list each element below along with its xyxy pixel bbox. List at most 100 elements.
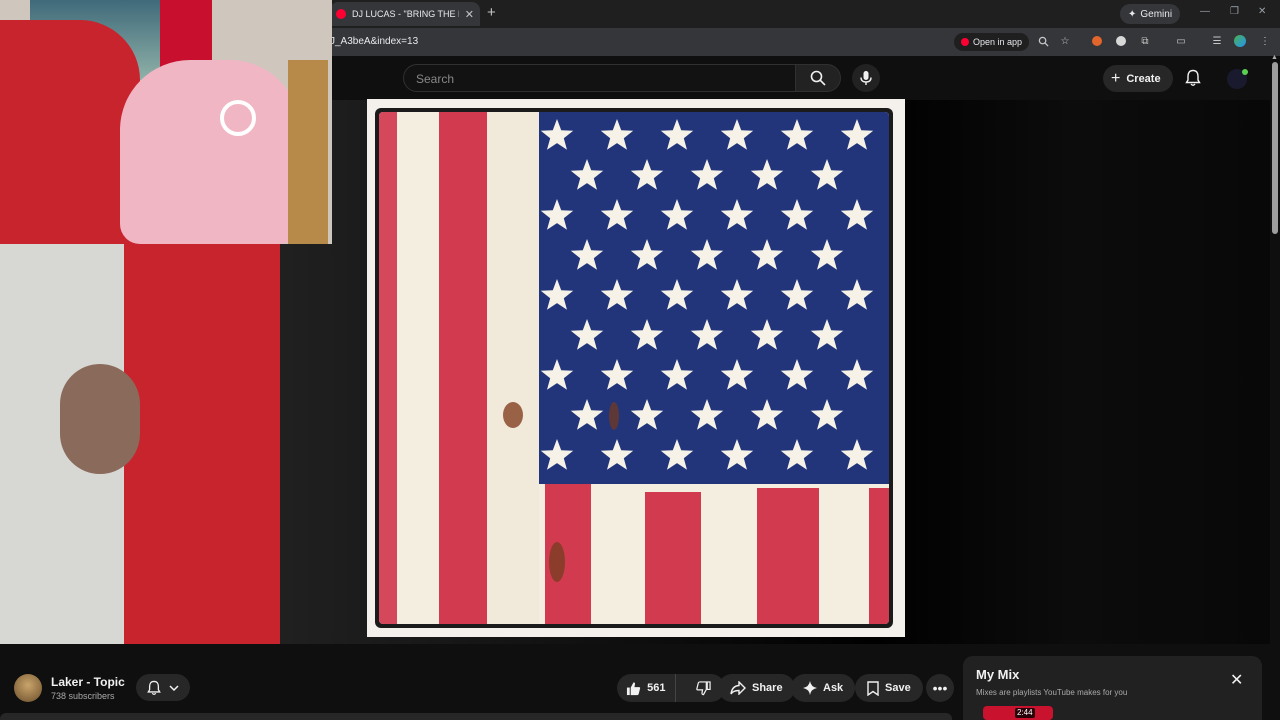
mix-item-duration: 2:44 (1015, 708, 1035, 718)
tab-close-icon[interactable]: ✕ (465, 8, 474, 21)
like-button[interactable]: 561 (617, 674, 676, 702)
flag-star (660, 439, 694, 470)
create-label: Create (1126, 72, 1161, 85)
flag-star (690, 319, 724, 350)
video-artwork (367, 99, 905, 637)
gemini-button[interactable]: ✦ Gemini (1120, 4, 1181, 24)
youtube-app-icon (961, 38, 969, 46)
flag-star (780, 279, 814, 310)
ask-button[interactable]: Ask (791, 674, 856, 702)
my-mix-panel: My Mix Mixes are playlists YouTube makes… (963, 656, 1262, 720)
flag-star (630, 159, 664, 190)
url-text[interactable]: J_A3beA&index=13 (330, 36, 418, 47)
profile-avatar-icon[interactable] (1233, 34, 1247, 48)
webcam-overlay-bottom (0, 244, 280, 674)
flag-star (570, 159, 604, 190)
flag-star (600, 119, 634, 150)
screen: DJ LUCAS - "BRING THE BOOM" ✕ + ✦ Gemini… (0, 0, 1280, 720)
save-bookmark-icon (867, 680, 879, 696)
bell-icon[interactable] (1185, 69, 1201, 87)
channel-subscriber-count: 738 subscribers (51, 691, 115, 701)
page-scrollbar[interactable] (1272, 62, 1278, 234)
flag-star (720, 439, 754, 470)
browser-tab-bar: DJ LUCAS - "BRING THE BOOM" ✕ + ✦ Gemini… (330, 0, 1280, 28)
flag-star (600, 439, 634, 470)
flag-star (840, 199, 874, 230)
more-actions-button[interactable]: ••• (926, 674, 954, 702)
channel-name[interactable]: Laker - Topic (51, 675, 125, 689)
zoom-icon[interactable] (1036, 34, 1050, 48)
media-control-icon[interactable]: ☰ (1210, 34, 1224, 48)
flag-star (540, 439, 574, 470)
new-tab-button[interactable]: + (487, 4, 496, 21)
flag-star (570, 319, 604, 350)
flag-star (750, 399, 784, 430)
open-in-app-label: Open in app (973, 37, 1023, 47)
search-input[interactable]: Search (403, 64, 796, 92)
flag-star (600, 359, 634, 390)
address-bar: J_A3beA&index=13 Open in app ☆ ⧉ ▭ ☰ ⋮ (330, 28, 1280, 56)
share-label: Share (752, 682, 783, 694)
flag-star (810, 399, 844, 430)
gemini-label: Gemini (1140, 8, 1173, 20)
webcam-overlay-top (0, 0, 332, 244)
browser-tab[interactable]: DJ LUCAS - "BRING THE BOOM" ✕ (330, 2, 480, 26)
flag-star (840, 279, 874, 310)
bell-icon (147, 680, 161, 695)
flag-star (780, 359, 814, 390)
save-label: Save (885, 682, 911, 694)
flag-star (570, 239, 604, 270)
flag-star (690, 239, 724, 270)
restore-icon[interactable]: ❐ (1230, 6, 1239, 17)
close-icon[interactable]: ✕ (1230, 670, 1243, 690)
channel-avatar[interactable] (14, 674, 42, 702)
like-dislike-group: 561 (617, 674, 725, 702)
flag-star (630, 239, 664, 270)
extensions-puzzle-icon[interactable]: ⧉ (1138, 34, 1152, 48)
share-button[interactable]: Share (718, 674, 795, 702)
flag-star (660, 119, 694, 150)
youtube-masthead: Search + Create (330, 56, 1280, 100)
browser-menu-icon[interactable]: ⋮ (1258, 34, 1272, 48)
flag-star (720, 279, 754, 310)
ask-label: Ask (823, 682, 844, 694)
flag-star (540, 359, 574, 390)
window-close-icon[interactable]: ✕ (1258, 6, 1266, 17)
flag-star (840, 359, 874, 390)
flag-star (540, 279, 574, 310)
mic-icon (860, 71, 872, 85)
ask-sparkle-icon (803, 681, 817, 695)
account-status-dot (1242, 69, 1248, 75)
flag-star (540, 119, 574, 150)
open-in-app-button[interactable]: Open in app (954, 33, 1030, 51)
flag-star (690, 399, 724, 430)
scroll-up-icon[interactable]: ▲ (1271, 54, 1278, 61)
voice-search-button[interactable] (852, 64, 880, 92)
flag-star (780, 119, 814, 150)
flag-star (780, 439, 814, 470)
like-icon (627, 681, 641, 695)
search-icon (810, 70, 826, 86)
flag-star (780, 199, 814, 230)
extension-circle-icon[interactable] (1114, 34, 1128, 48)
more-icon: ••• (932, 680, 948, 696)
youtube-favicon-icon (336, 9, 346, 19)
save-button[interactable]: Save (855, 674, 923, 702)
cast-icon[interactable]: ▭ (1174, 34, 1188, 48)
subscribed-notifications-button[interactable] (136, 674, 190, 701)
artwork-frame (375, 108, 893, 628)
flag-star (630, 399, 664, 430)
flag-star (810, 239, 844, 270)
plus-icon: + (1111, 69, 1121, 87)
create-button[interactable]: + Create (1103, 65, 1173, 92)
flag-star (810, 159, 844, 190)
description-box[interactable] (0, 713, 952, 720)
flag-star (720, 199, 754, 230)
minimize-icon[interactable]: — (1200, 6, 1210, 17)
flag-star (720, 119, 754, 150)
bookmark-star-icon[interactable]: ☆ (1058, 34, 1072, 48)
extension-fox-icon[interactable] (1090, 34, 1104, 48)
flag-star (840, 439, 874, 470)
chevron-down-icon (169, 684, 179, 691)
search-button[interactable] (795, 64, 841, 92)
